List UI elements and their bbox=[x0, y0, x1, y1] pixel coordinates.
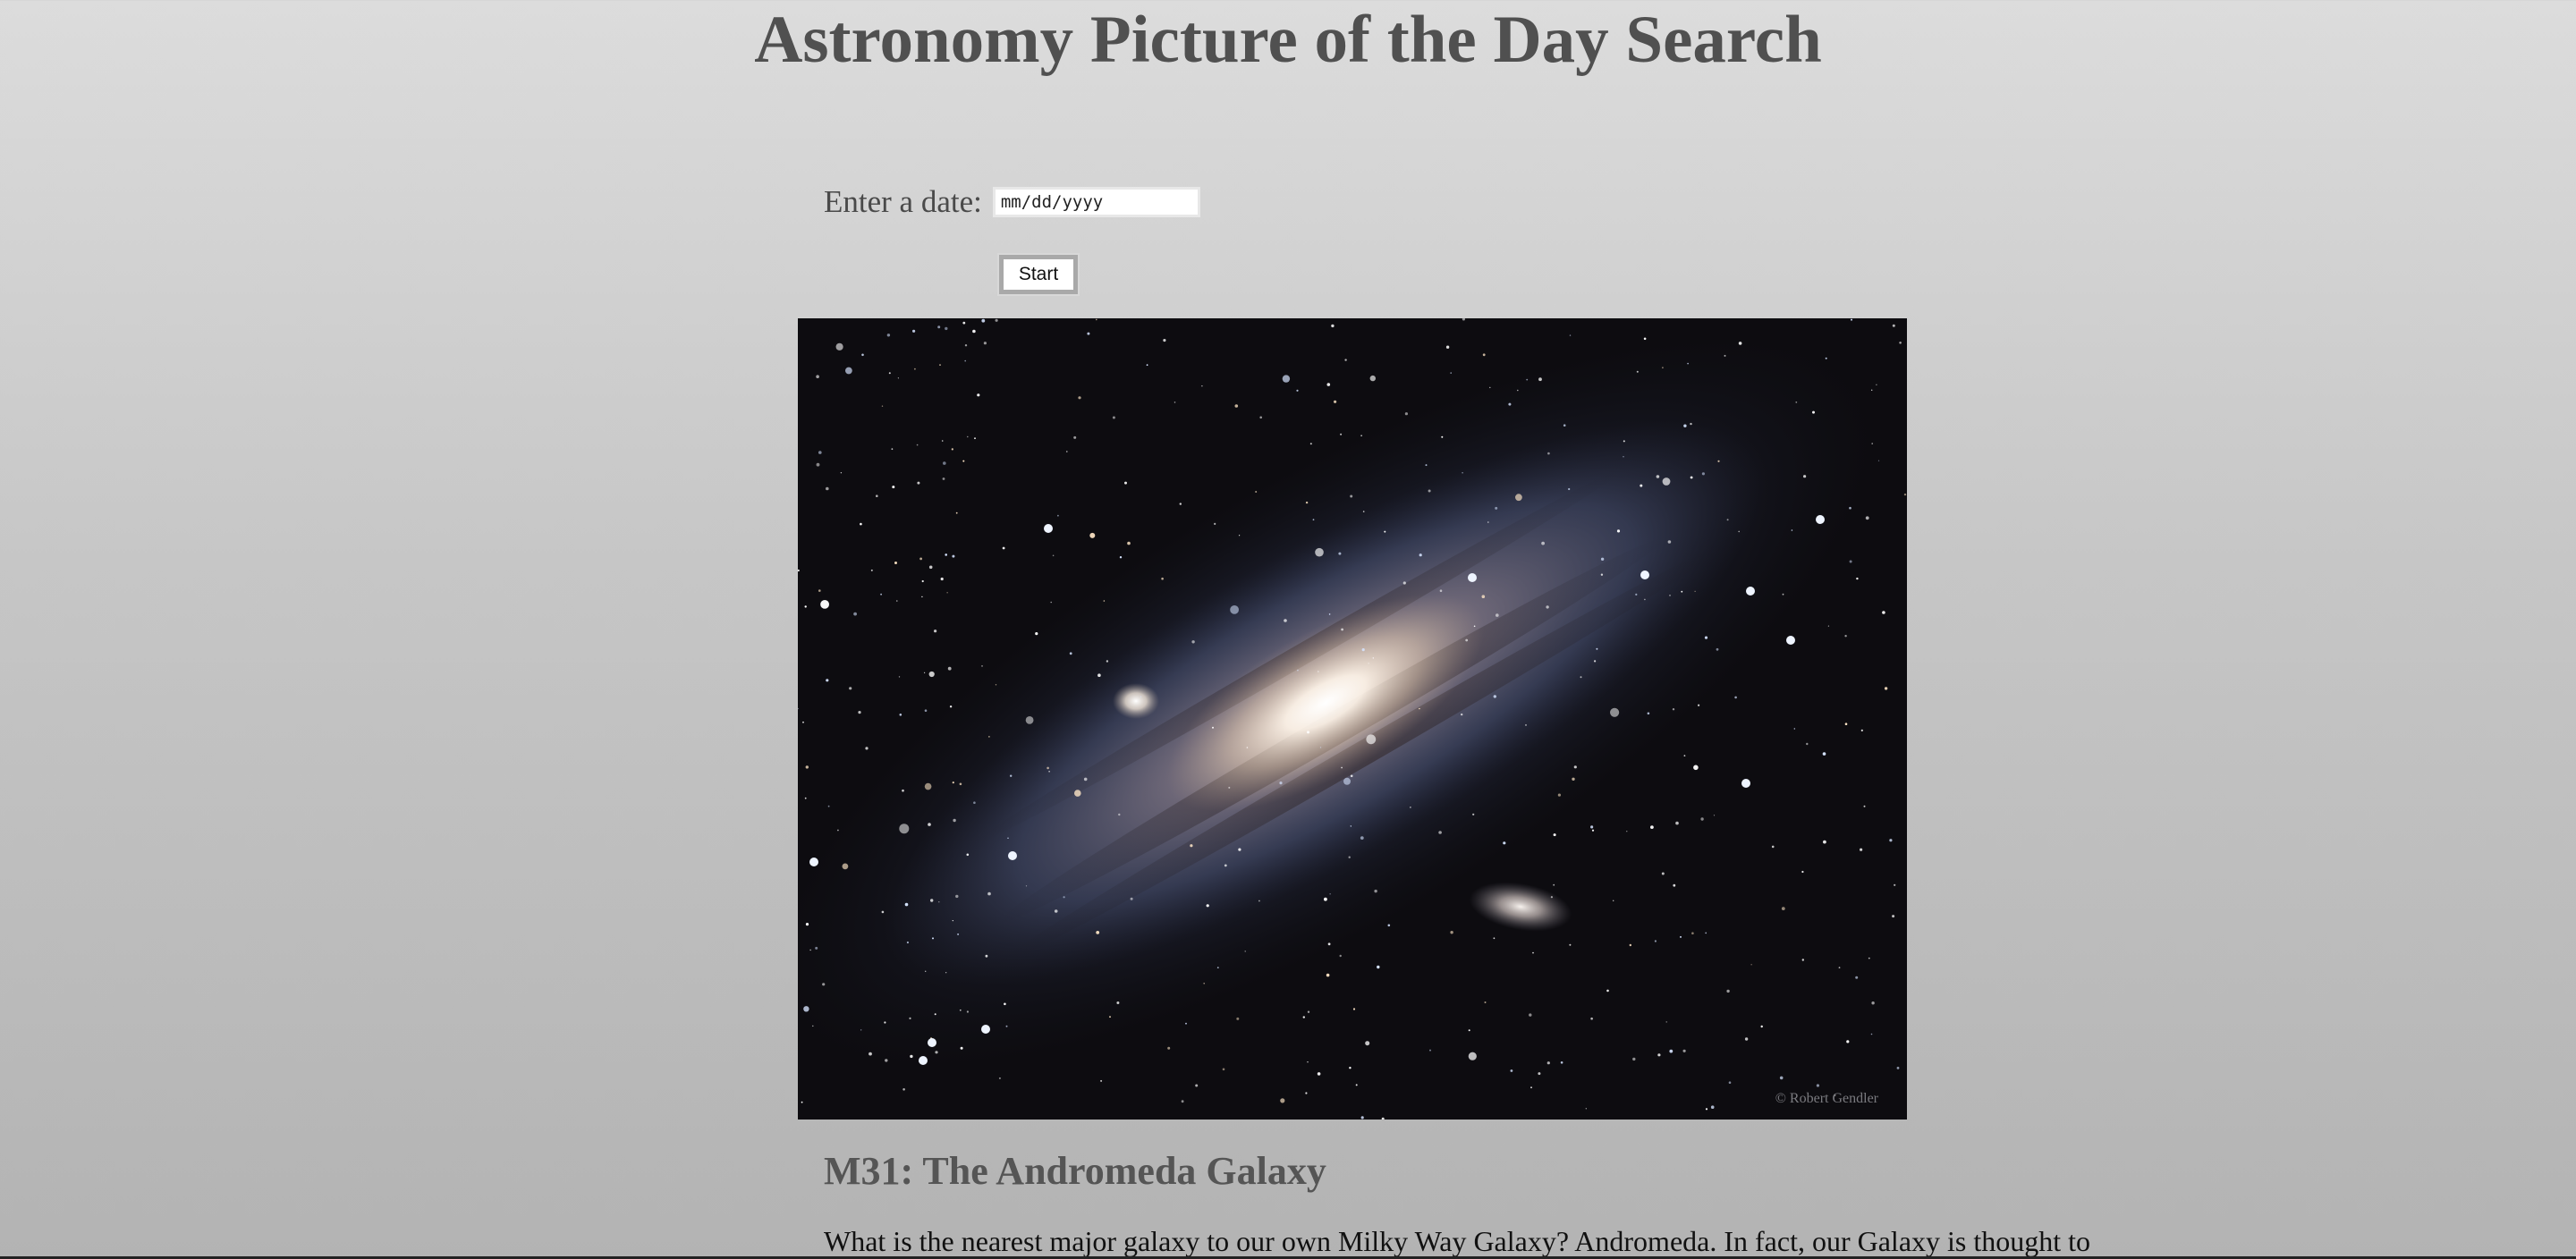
start-button[interactable]: Start bbox=[997, 253, 1080, 296]
image-credit: © Robert Gendler bbox=[1775, 1091, 1878, 1106]
date-input[interactable] bbox=[992, 187, 1200, 217]
page-title: Astronomy Picture of the Day Search bbox=[754, 3, 1822, 77]
andromeda-galaxy-image bbox=[798, 318, 1907, 1120]
date-label: Enter a date: bbox=[824, 184, 982, 219]
apod-title: M31: The Andromeda Galaxy bbox=[824, 1149, 1326, 1193]
date-search-row: Enter a date: bbox=[824, 182, 1200, 223]
apod-image: © Robert Gendler bbox=[798, 318, 1907, 1120]
apod-explanation: What is the nearest major galaxy to our … bbox=[824, 1225, 2091, 1257]
